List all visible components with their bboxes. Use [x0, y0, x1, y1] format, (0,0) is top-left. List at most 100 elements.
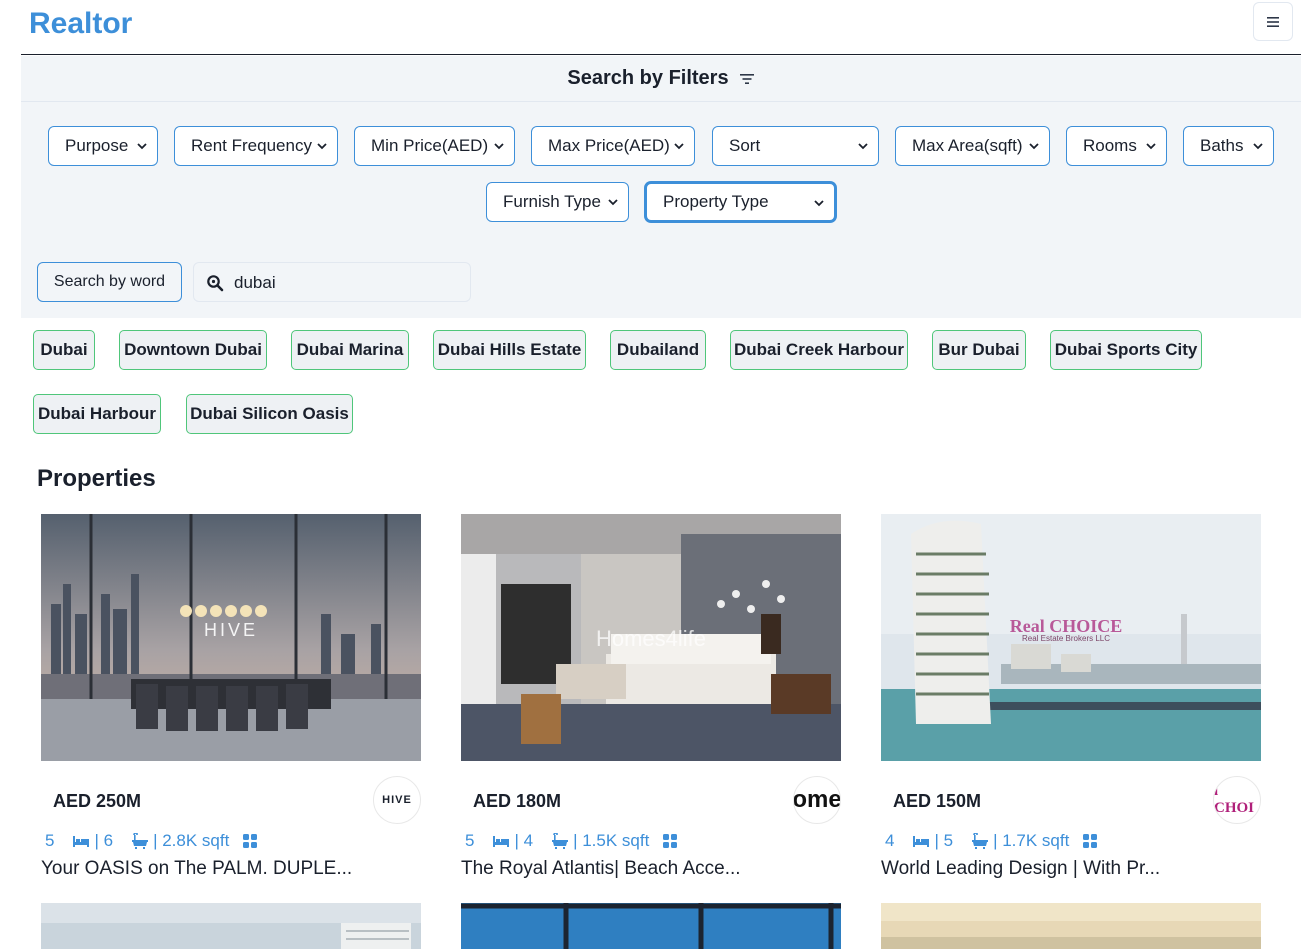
- chevron-down-icon: [814, 200, 824, 207]
- filters-header[interactable]: Search by Filters: [21, 56, 1301, 102]
- property-price: AED 150M: [893, 791, 982, 811]
- chevron-down-icon: [1146, 143, 1156, 150]
- bath-icon: [132, 833, 149, 849]
- grid-icon: [663, 834, 678, 848]
- bed-icon: [493, 836, 510, 847]
- sort-select[interactable]: Sort: [712, 126, 879, 166]
- max-price-select-value: Max Price(AED): [548, 136, 670, 155]
- search-by-word-button[interactable]: Search by word: [37, 262, 182, 302]
- sort-select-value: Sort: [729, 136, 761, 155]
- property-photo-image: [41, 903, 421, 949]
- furnish-type-select-value: Furnish Type: [503, 192, 601, 211]
- max-area-select[interactable]: Max Area(sqft): [895, 126, 1050, 166]
- photo-watermark: HIVE: [204, 620, 258, 640]
- property-type-select[interactable]: Property Type: [645, 182, 836, 222]
- area-value: | 1.5K sqft: [573, 831, 650, 850]
- property-title[interactable]: The Royal Atlantis| Beach Acce...: [461, 858, 741, 880]
- property-photo-image: HIVE: [41, 514, 421, 761]
- rent-frequency-select-value: Rent Frequency: [191, 136, 312, 155]
- property-card[interactable]: HIVE AED 250M HIVE 5 | 6 | 2.8K sqft You…: [41, 514, 421, 894]
- property-type-select-value: Property Type: [663, 192, 769, 211]
- property-photo[interactable]: [41, 903, 421, 949]
- bed-icon: [913, 836, 930, 847]
- brand-logo[interactable]: Realtor: [29, 7, 132, 41]
- location-tag[interactable]: Dubai Marina: [291, 330, 409, 370]
- filters-panel: Search by Filters Purpose Rent Frequency…: [21, 56, 1301, 318]
- photo-watermark-subtext: Real Estate Brokers LLC: [1022, 634, 1110, 643]
- property-photo[interactable]: [881, 903, 1261, 949]
- property-photo[interactable]: Real CHOICE Real Estate Brokers LLC: [881, 514, 1261, 761]
- furnish-type-select[interactable]: Furnish Type: [486, 182, 629, 222]
- location-tag[interactable]: Dubai Harbour: [33, 394, 161, 434]
- navbar: Realtor: [21, 0, 1301, 55]
- property-photo-image: [461, 903, 841, 949]
- rooms-select[interactable]: Rooms: [1066, 126, 1167, 166]
- search-input[interactable]: [234, 271, 464, 295]
- max-area-select-value: Max Area(sqft): [912, 136, 1023, 155]
- location-tag[interactable]: Dubai Sports City: [1050, 330, 1202, 370]
- filters-title: Search by Filters: [567, 67, 729, 89]
- agency-logo-text: HIVE: [382, 794, 412, 806]
- location-tag[interactable]: Dubai Hills Estate: [433, 330, 586, 370]
- property-stats: 4 | 5 | 1.7K sqft: [885, 830, 1101, 852]
- area-value: | 2.8K sqft: [153, 831, 230, 850]
- purpose-select[interactable]: Purpose: [48, 126, 158, 166]
- agency-logo-text: l CHOI: [1214, 783, 1255, 816]
- property-photo-image: [881, 903, 1261, 949]
- property-photo[interactable]: Homes4life: [461, 514, 841, 761]
- search-field[interactable]: [193, 262, 471, 302]
- chevron-down-icon: [317, 143, 327, 150]
- agency-logo[interactable]: l CHOI: [1213, 776, 1261, 824]
- chevron-down-icon: [1029, 143, 1039, 150]
- chevron-down-icon: [494, 143, 504, 150]
- max-price-select[interactable]: Max Price(AED): [531, 126, 695, 166]
- bed-icon: [73, 836, 90, 847]
- baths-select[interactable]: Baths: [1183, 126, 1274, 166]
- chevron-down-icon: [674, 143, 684, 150]
- property-photo-image: Real CHOICE Real Estate Brokers LLC: [881, 514, 1261, 761]
- rent-frequency-select[interactable]: Rent Frequency: [174, 126, 338, 166]
- location-tag[interactable]: Bur Dubai: [932, 330, 1026, 370]
- purpose-select-value: Purpose: [65, 136, 129, 155]
- agency-logo[interactable]: ome: [793, 776, 841, 824]
- property-stats: 5 | 6 | 2.8K sqft: [45, 830, 261, 852]
- bath-icon: [552, 833, 569, 849]
- property-photo[interactable]: HIVE: [41, 514, 421, 761]
- location-tag[interactable]: Dubailand: [610, 330, 706, 370]
- menu-button[interactable]: [1253, 2, 1293, 41]
- property-card[interactable]: Homes4life AED 180M ome 5 | 4 | 1.5K sqf…: [461, 514, 841, 894]
- property-title[interactable]: World Leading Design | With Pr...: [881, 858, 1160, 880]
- baths-count: | 6: [94, 831, 114, 850]
- min-price-select[interactable]: Min Price(AED): [354, 126, 515, 166]
- rooms-count: 4: [885, 831, 895, 850]
- rooms-count: 5: [45, 831, 55, 850]
- property-title[interactable]: Your OASIS on The PALM. DUPLE...: [41, 858, 352, 880]
- grid-icon: [1083, 834, 1098, 848]
- location-tag[interactable]: Dubai: [33, 330, 95, 370]
- property-card[interactable]: Real CHOICE Real Estate Brokers LLC AED …: [881, 514, 1261, 894]
- location-tag[interactable]: Downtown Dubai: [119, 330, 267, 370]
- location-tag[interactable]: Dubai Silicon Oasis: [186, 394, 353, 434]
- property-price: AED 250M: [53, 791, 142, 811]
- baths-count: | 5: [934, 831, 954, 850]
- location-tag[interactable]: Dubai Creek Harbour: [730, 330, 908, 370]
- baths-select-value: Baths: [1200, 136, 1244, 155]
- baths-count: | 4: [514, 831, 534, 850]
- bath-icon: [972, 833, 989, 849]
- agency-logo-text: ome: [793, 786, 841, 813]
- property-price: AED 180M: [473, 791, 562, 811]
- min-price-select-value: Min Price(AED): [371, 136, 489, 155]
- photo-watermark: Real CHOICE: [1010, 616, 1123, 636]
- filter-icon: [739, 73, 754, 84]
- search-icon: [207, 275, 224, 292]
- property-stats: 5 | 4 | 1.5K sqft: [465, 830, 681, 852]
- agency-logo[interactable]: HIVE: [373, 776, 421, 824]
- property-photo[interactable]: [461, 903, 841, 949]
- photo-watermark: Homes4life: [596, 626, 706, 651]
- chevron-down-icon: [1253, 143, 1263, 150]
- chevron-down-icon: [137, 143, 147, 150]
- properties-heading: Properties: [37, 465, 156, 492]
- rooms-count: 5: [465, 831, 475, 850]
- grid-icon: [243, 834, 258, 848]
- hamburger-icon: [1267, 16, 1279, 27]
